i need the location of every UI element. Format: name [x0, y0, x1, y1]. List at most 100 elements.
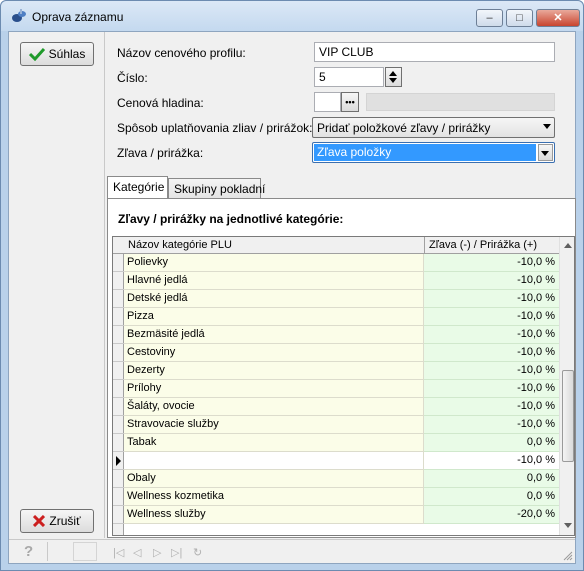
- discount-cell[interactable]: -20,0 %: [424, 506, 559, 524]
- category-name-cell[interactable]: Wellness kozmetika: [124, 488, 424, 506]
- dialog-client: Súhlas Zrušiť Názov cenového profilu: VI…: [8, 31, 576, 564]
- minimize-button[interactable]: –: [476, 9, 503, 27]
- status-field: [73, 542, 97, 561]
- price-level-label: Cenová hladina:: [117, 96, 204, 110]
- last-record-icon[interactable]: ▷|: [171, 546, 182, 559]
- close-button[interactable]: ✕: [536, 9, 580, 27]
- profile-name-label: Názov cenového profilu:: [117, 46, 246, 60]
- number-field[interactable]: 5: [314, 67, 384, 87]
- discount-cell[interactable]: -10,0 %: [424, 362, 559, 380]
- scroll-up-icon[interactable]: [564, 243, 572, 248]
- refresh-icon[interactable]: ↻: [193, 546, 202, 559]
- scroll-thumb[interactable]: [562, 370, 574, 462]
- column-header-discount[interactable]: Zľava (-) / Prirážka (+): [429, 239, 537, 251]
- table-row[interactable]: Bezmäsité jedlá -10,0 %: [113, 326, 559, 344]
- row-indicator: [113, 308, 124, 326]
- discount-cell[interactable]: -10,0 %: [424, 416, 559, 434]
- category-name-cell[interactable]: Pizza: [124, 308, 424, 326]
- resize-grip-icon[interactable]: [563, 551, 573, 561]
- help-icon[interactable]: ?: [24, 543, 33, 560]
- table-row[interactable]: Obaly 0,0 %: [113, 470, 559, 488]
- table-row[interactable]: Tabak 0,0 %: [113, 434, 559, 452]
- column-header-category[interactable]: Názov kategórie PLU: [128, 239, 232, 251]
- discount-select[interactable]: Zľava položky: [312, 142, 555, 163]
- category-name-cell[interactable]: Bezmäsité jedlá: [124, 326, 424, 344]
- profile-name-field[interactable]: VIP CLUB: [314, 42, 555, 62]
- maximize-icon: □: [516, 12, 523, 24]
- number-spinner[interactable]: [385, 67, 402, 87]
- current-row-arrow-icon: [116, 456, 121, 466]
- table-row[interactable]: Cestoviny -10,0 %: [113, 344, 559, 362]
- grid-title: Zľavy / prirážky na jednotlivé kategórie…: [118, 212, 344, 226]
- category-name-cell[interactable]: Wellness služby: [124, 506, 424, 524]
- category-name-cell[interactable]: Dezerty: [124, 362, 424, 380]
- row-indicator: [113, 506, 124, 524]
- first-record-icon[interactable]: |◁: [113, 546, 124, 559]
- category-name-cell[interactable]: [124, 452, 424, 470]
- title-bar[interactable]: Oprava záznamu – □ ✕: [1, 1, 583, 31]
- category-name-cell[interactable]: Šaláty, ovocie: [124, 398, 424, 416]
- discount-cell[interactable]: -10,0 %: [424, 254, 559, 272]
- method-select[interactable]: Pridať položkové zľavy / prirážky: [312, 117, 555, 138]
- discount-cell[interactable]: -10,0 %: [424, 308, 559, 326]
- table-row[interactable]: Prílohy -10,0 %: [113, 380, 559, 398]
- discount-cell[interactable]: -10,0 %: [424, 326, 559, 344]
- table-row-current[interactable]: -10,0 %: [113, 452, 559, 470]
- checkmark-icon: [28, 47, 45, 61]
- discount-cell[interactable]: 0,0 %: [424, 470, 559, 488]
- discount-dropdown-button[interactable]: [538, 144, 553, 161]
- category-name-cell[interactable]: Obaly: [124, 470, 424, 488]
- tab-page-categories: Zľavy / prirážky na jednotlivé kategórie…: [107, 198, 576, 538]
- discount-cell[interactable]: 0,0 %: [424, 434, 559, 452]
- grid-vertical-scrollbar[interactable]: [559, 237, 574, 535]
- row-indicator: [113, 434, 124, 452]
- number-label: Číslo:: [117, 71, 148, 85]
- category-name-cell[interactable]: Hlavné jedlá: [124, 272, 424, 290]
- confirm-button[interactable]: Súhlas: [20, 42, 94, 66]
- table-row[interactable]: Wellness kozmetika 0,0 %: [113, 488, 559, 506]
- discount-cell[interactable]: -10,0 %: [424, 380, 559, 398]
- close-icon: ✕: [553, 12, 563, 24]
- row-indicator: [113, 326, 124, 344]
- cancel-label: Zrušiť: [49, 514, 81, 528]
- status-bar: ? |◁ ◁ ▷ ▷| ↻: [9, 539, 575, 563]
- category-name-cell[interactable]: Tabak: [124, 434, 424, 452]
- minimize-icon: –: [486, 12, 493, 24]
- row-indicator: [113, 380, 124, 398]
- discount-cell[interactable]: -10,0 %: [424, 290, 559, 308]
- tab-register-groups[interactable]: Skupiny pokladní: [168, 178, 265, 199]
- table-row[interactable]: Detské jedlá -10,0 %: [113, 290, 559, 308]
- table-row[interactable]: Dezerty -10,0 %: [113, 362, 559, 380]
- scroll-down-icon[interactable]: [564, 523, 572, 528]
- discount-cell[interactable]: 0,0 %: [424, 488, 559, 506]
- app-icon: [12, 9, 26, 22]
- table-row[interactable]: Pizza -10,0 %: [113, 308, 559, 326]
- category-name-cell[interactable]: Detské jedlá: [124, 290, 424, 308]
- category-name-cell[interactable]: Cestoviny: [124, 344, 424, 362]
- row-indicator: [113, 488, 124, 506]
- discount-cell[interactable]: -10,0 %: [424, 344, 559, 362]
- table-row[interactable]: Polievky -10,0 %: [113, 254, 559, 272]
- dialog-window: Oprava záznamu – □ ✕ Súhlas Zrušiť Názov…: [0, 0, 584, 571]
- table-row[interactable]: Šaláty, ovocie -10,0 %: [113, 398, 559, 416]
- tab-categories[interactable]: Kategórie: [107, 176, 168, 199]
- discount-cell[interactable]: -10,0 %: [424, 452, 559, 470]
- price-level-browse-button[interactable]: •••: [341, 92, 359, 112]
- chevron-down-icon: [543, 124, 551, 129]
- cancel-button[interactable]: Zrušiť: [20, 509, 94, 533]
- category-name-cell[interactable]: Prílohy: [124, 380, 424, 398]
- category-name-cell[interactable]: Polievky: [124, 254, 424, 272]
- method-select-value: Pridať položkové zľavy / prirážky: [317, 121, 491, 135]
- table-row[interactable]: Stravovacie služby -10,0 %: [113, 416, 559, 434]
- category-grid[interactable]: Názov kategórie PLU Zľava (-) / Prirážka…: [112, 236, 575, 536]
- discount-cell[interactable]: -10,0 %: [424, 398, 559, 416]
- category-name-cell[interactable]: Stravovacie služby: [124, 416, 424, 434]
- maximize-button[interactable]: □: [506, 9, 533, 27]
- discount-cell[interactable]: -10,0 %: [424, 272, 559, 290]
- table-row[interactable]: Hlavné jedlá -10,0 %: [113, 272, 559, 290]
- previous-record-icon[interactable]: ◁: [133, 546, 141, 559]
- row-indicator: [113, 416, 124, 434]
- table-row[interactable]: Wellness služby -20,0 %: [113, 506, 559, 524]
- price-level-code-field[interactable]: [314, 92, 341, 112]
- next-record-icon[interactable]: ▷: [153, 546, 161, 559]
